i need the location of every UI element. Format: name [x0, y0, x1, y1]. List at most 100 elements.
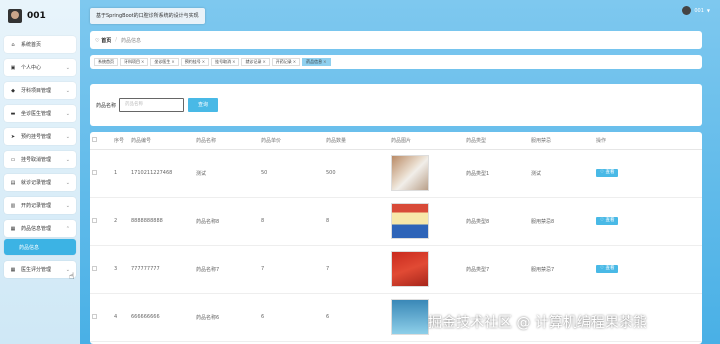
chevron-icon: ⌄ [65, 110, 70, 117]
brand-title: 001 [27, 11, 46, 21]
cell-qty: 500 [324, 149, 389, 198]
cell-index: 1 [112, 149, 129, 198]
tag-icon: ◆ [11, 87, 15, 94]
tab-2[interactable]: 坐诊医生× [150, 58, 179, 66]
home-icon: ⌂ [11, 41, 15, 48]
cell-qty: 8 [324, 197, 389, 246]
cell-name: 测试 [194, 149, 259, 198]
column-header: 药品类型 [464, 132, 529, 150]
sidebar-subitem-drug-info[interactable]: 药品信息 [4, 239, 76, 255]
column-header: 药品数量 [324, 132, 389, 150]
avatar [8, 9, 22, 23]
cell-actions: ♡ 查看 [594, 149, 702, 198]
close-icon[interactable]: × [171, 59, 174, 64]
user-menu[interactable]: 001 ▼ [682, 6, 710, 15]
sidebar-item-label: 挂号取消管理 [21, 157, 52, 163]
tab-7[interactable]: 药品信息× [302, 58, 331, 66]
cell-qty: 6 [324, 293, 389, 342]
tab-3[interactable]: 预约挂号× [180, 58, 210, 66]
sidebar-item-6[interactable]: ▤ 就诊记录管理 ⌄ [4, 174, 76, 191]
tab-label: 开药记录 [275, 59, 292, 64]
cell-name: 药品名称7 [194, 245, 259, 294]
row-checkbox[interactable] [92, 265, 97, 271]
sidebar-item-1[interactable]: ▣ 个人中心 ⌄ [4, 59, 76, 76]
row-checkbox[interactable] [92, 313, 97, 319]
tab-label: 系统首页 [98, 59, 114, 64]
cell-code: 777777777 [129, 245, 194, 294]
sidebar-item-7[interactable]: ▥ 开药记录管理 ⌄ [4, 197, 76, 214]
tab-label: 挂号取消 [215, 59, 232, 64]
tab-4[interactable]: 挂号取消× [211, 58, 240, 66]
sidebar-item-label: 药品信息管理 [21, 226, 52, 232]
user-avatar [682, 6, 692, 15]
row-checkbox[interactable] [92, 217, 97, 223]
view-button[interactable]: ♡ 查看 [596, 217, 619, 225]
file-icon: ▥ [10, 202, 16, 209]
sidebar-item-4[interactable]: ➤ 预约挂号管理 ⌄ [4, 128, 76, 145]
sidebar-item-label: 预约挂号管理 [21, 134, 52, 140]
clipboard-icon: ▤ [10, 179, 16, 186]
cell-name: 药品名称8 [194, 197, 259, 246]
sidebar-item-5[interactable]: ▭ 挂号取消管理 ⌄ [4, 151, 76, 168]
tab-label: 预约挂号 [184, 59, 201, 64]
breadcrumb: ♡ 首页 / 药品信息 [90, 31, 702, 49]
close-icon[interactable]: × [141, 59, 144, 64]
select-all-checkbox[interactable] [92, 136, 97, 142]
tab-6[interactable]: 开药记录× [271, 58, 301, 66]
cell-type: 药品类型8 [464, 197, 529, 246]
briefcase-icon: ▬ [10, 110, 16, 117]
tab-0[interactable]: 系统首页 [94, 58, 118, 66]
cell-price: 50 [259, 149, 324, 198]
sidebar-item-3[interactable]: ▬ 坐诊医生管理 ⌄ [4, 105, 76, 122]
search-label: 药品名称 [96, 102, 117, 109]
search-input[interactable]: 药品名称 [119, 98, 185, 112]
brand: 001 [0, 0, 80, 32]
sidebar-item-2[interactable]: ◆ 牙科项目管理 ⌄ [4, 82, 76, 99]
close-icon[interactable]: × [323, 59, 326, 64]
column-header: 药品名称 [194, 132, 259, 150]
row-checkbox[interactable] [92, 169, 97, 175]
sidebar-menu: ⌂ 系统首页 ▣ 个人中心 ⌄ ◆ 牙科项目管理 ⌄ ▬ 坐诊医生管理 ⌄ ➤ 预约挂号管理 ⌄ ▭ 挂号取消… [0, 32, 80, 288]
search-button[interactable]: 查询 [188, 98, 219, 112]
sidebar-item-label: 牙科项目管理 [21, 88, 52, 94]
chevron-icon: ⌄ [65, 87, 70, 94]
sidebar-item-10[interactable]: ▦ 医生评分管理 ⌄ [4, 261, 76, 278]
tab-1[interactable]: 牙科项目× [120, 58, 149, 66]
close-icon[interactable]: × [232, 59, 235, 64]
sidebar-item-label: 就诊记录管理 [21, 180, 52, 186]
close-icon[interactable]: × [262, 59, 265, 64]
chevron-icon: ⌄ [65, 156, 70, 163]
close-icon[interactable]: × [202, 59, 205, 64]
tab-label: 坐诊医生 [154, 59, 171, 64]
sidebar-item-0[interactable]: ⌂ 系统首页 [4, 36, 76, 53]
cell-type: 药品类型1 [464, 149, 529, 198]
cell-code: 8888888888 [129, 197, 194, 246]
column-header: 操作 [594, 132, 702, 150]
monitor-icon: ▭ [10, 156, 16, 163]
column-header [90, 132, 112, 150]
mouse-cursor-icon: ☝ [69, 272, 75, 282]
cell-price: 6 [259, 293, 324, 342]
column-header: 药品单价 [259, 132, 324, 150]
view-button[interactable]: ♡ 查看 [596, 265, 619, 273]
drug-image [391, 203, 429, 239]
cell-name: 药品名称6 [194, 293, 259, 342]
topbar: 基于SpringBoot的口腔诊所系统的设计与实现 001 ▼ [80, 0, 720, 28]
tab-5[interactable]: 就诊记录× [241, 58, 270, 66]
username: 001 [694, 7, 704, 14]
grid-icon: ▦ [10, 266, 16, 273]
cell-actions: ♡ 查看 [594, 245, 702, 294]
close-icon[interactable]: × [293, 59, 296, 64]
sidebar-item-label: 药品信息 [19, 244, 40, 251]
breadcrumb-home[interactable]: ♡ 首页 [95, 37, 111, 44]
tab-label: 牙科项目 [124, 59, 140, 64]
breadcrumb-separator: / [115, 37, 117, 43]
chevron-icon: ⌃ [65, 225, 70, 232]
system-title: 基于SpringBoot的口腔诊所系统的设计与实现 [90, 8, 205, 24]
sidebar-item-8[interactable]: ▦ 药品信息管理 ⌃ [4, 220, 76, 237]
chevron-icon: ⌄ [65, 133, 70, 140]
tab-label: 药品信息 [306, 59, 323, 64]
view-button[interactable]: ♡ 查看 [596, 169, 619, 177]
cell-taboo: 服用禁忌8 [529, 197, 594, 246]
cell-taboo: 服用禁忌7 [529, 245, 594, 294]
